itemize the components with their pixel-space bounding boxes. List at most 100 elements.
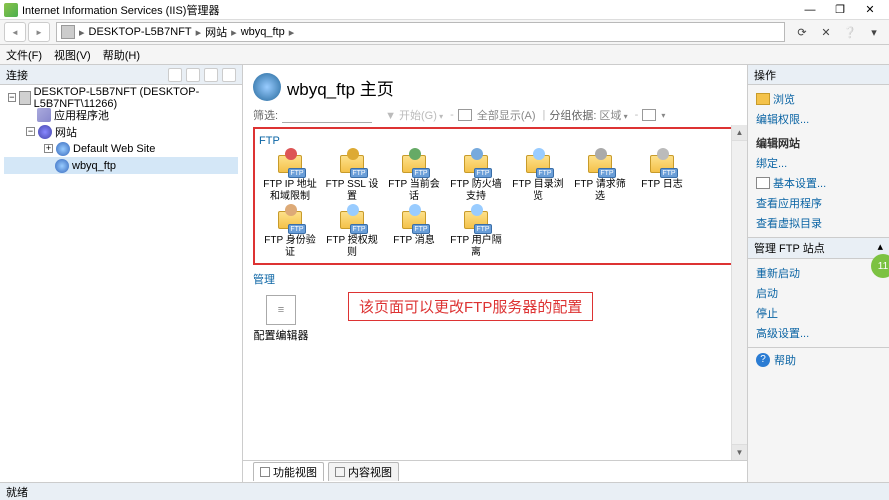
tree-sites[interactable]: − 网站	[4, 123, 238, 140]
filter-input[interactable]	[282, 107, 372, 123]
main: 连接 − DESKTOP-L5B7NFT (DESKTOP-L5B7NFT\11…	[0, 65, 889, 482]
help-icon: ?	[756, 353, 770, 367]
tree-expander[interactable]: −	[8, 93, 16, 102]
titlebar: Internet Information Services (IIS)管理器 —…	[0, 0, 889, 20]
connections-title: 连接	[6, 67, 28, 83]
ftp-feature-item[interactable]: FTPFTP IP 地址和域限制	[261, 149, 319, 203]
menu-view[interactable]: 视图(V)	[54, 47, 91, 63]
action-edit-permissions[interactable]: 编辑权限...	[756, 109, 881, 129]
action-stop[interactable]: 停止	[756, 303, 881, 323]
scroll-down-icon[interactable]: ▼	[732, 444, 747, 460]
ftp-feature-label: FTP 消息	[385, 235, 443, 247]
menu-help[interactable]: 帮助(H)	[103, 47, 140, 63]
tree-app-pools-label: 应用程序池	[54, 107, 109, 123]
server-icon	[19, 91, 31, 105]
ftp-folder-icon: FTP	[399, 205, 429, 233]
breadcrumb-sep: ▸	[231, 26, 237, 39]
stop-nav-button[interactable]: ✕	[815, 22, 837, 42]
ftp-feature-label: FTP 用户隔离	[447, 235, 505, 259]
ftp-feature-item[interactable]: FTPFTP 身份验证	[261, 205, 319, 259]
ftp-feature-item[interactable]: FTPFTP 用户隔离	[447, 205, 505, 259]
scrollbar[interactable]: ▲ ▼	[731, 125, 747, 460]
globe-icon	[38, 125, 52, 139]
ftp-folder-icon: FTP	[461, 149, 491, 177]
action-start[interactable]: 启动	[756, 283, 881, 303]
forward-button[interactable]	[28, 22, 50, 42]
help-nav-button[interactable]: ❔	[839, 22, 861, 42]
go-dropdown[interactable]: ▼ 开始(G)	[385, 107, 443, 123]
connections-tool-4[interactable]	[222, 68, 236, 82]
breadcrumb-sites[interactable]: 网站	[205, 24, 227, 40]
action-view-apps[interactable]: 查看应用程序	[756, 193, 881, 213]
group-by-label: 分组依据:	[549, 107, 596, 123]
navbar: ▸ DESKTOP-L5B7NFT ▸ 网站 ▸ wbyq_ftp ▸ ⟳ ✕ …	[0, 20, 889, 45]
ftp-feature-item[interactable]: FTPFTP 当前会话	[385, 149, 443, 203]
ftp-feature-item[interactable]: FTPFTP 防火墙支持	[447, 149, 505, 203]
bottom-tabs: 功能视图 内容视图	[243, 460, 747, 482]
connections-tool-3[interactable]	[204, 68, 218, 82]
showall-icon	[458, 109, 472, 121]
tree-wbyq-ftp[interactable]: wbyq_ftp	[4, 157, 238, 174]
ftp-feature-item[interactable]: FTPFTP 授权规则	[323, 205, 381, 259]
refresh-nav-button[interactable]: ⟳	[791, 22, 813, 42]
connections-tree: − DESKTOP-L5B7NFT (DESKTOP-L5B7NFT\11266…	[0, 85, 242, 178]
ftp-folder-icon: FTP	[585, 149, 615, 177]
tree-expander[interactable]: −	[26, 127, 35, 136]
tab-content-view[interactable]: 内容视图	[328, 462, 399, 481]
tab-features-view[interactable]: 功能视图	[253, 462, 324, 481]
breadcrumb[interactable]: ▸ DESKTOP-L5B7NFT ▸ 网站 ▸ wbyq_ftp ▸	[56, 22, 785, 42]
connections-tool-2[interactable]	[186, 68, 200, 82]
maximize-button[interactable]: ❐	[825, 1, 855, 19]
ftp-feature-item[interactable]: FTPFTP 请求筛选	[571, 149, 629, 203]
ftp-feature-item[interactable]: FTPFTP SSL 设置	[323, 149, 381, 203]
menubar: 文件(F) 视图(V) 帮助(H)	[0, 45, 889, 65]
ftp-feature-label: FTP 防火墙支持	[447, 179, 505, 203]
ftp-folder-icon: FTP	[275, 149, 305, 177]
tree-expander[interactable]: +	[44, 144, 53, 153]
breadcrumb-server[interactable]: DESKTOP-L5B7NFT	[89, 26, 192, 38]
pool-icon	[37, 108, 51, 122]
connections-tool-1[interactable]	[168, 68, 182, 82]
action-explore[interactable]: 浏览	[756, 89, 881, 109]
action-advanced[interactable]: 高级设置...	[756, 323, 881, 343]
scroll-up-icon[interactable]: ▲	[732, 125, 747, 141]
ftp-folder-icon: FTP	[337, 149, 367, 177]
tree-default-web-site[interactable]: + Default Web Site	[4, 140, 238, 157]
ftp-icon-view: FTPFTP IP 地址和域限制FTPFTP SSL 设置FTPFTP 当前会话…	[259, 149, 731, 261]
ftp-folder-icon: FTP	[647, 149, 677, 177]
back-button[interactable]	[4, 22, 26, 42]
action-view-vdirs[interactable]: 查看虚拟目录	[756, 213, 881, 233]
minimize-button[interactable]: —	[795, 1, 825, 19]
collapse-icon[interactable]: ▴	[877, 240, 883, 253]
tree-server[interactable]: − DESKTOP-L5B7NFT (DESKTOP-L5B7NFT\11266…	[4, 89, 238, 106]
action-restart[interactable]: 重新启动	[756, 263, 881, 283]
actions-title: 操作	[754, 67, 776, 83]
menu-file[interactable]: 文件(F)	[6, 47, 42, 63]
action-basic-settings[interactable]: 基本设置...	[756, 173, 881, 193]
ftp-feature-label: FTP 请求筛选	[571, 179, 629, 203]
ftp-folder-icon: FTP	[461, 205, 491, 233]
action-help[interactable]: ? 帮助	[748, 348, 889, 372]
manage-ftp-site-header[interactable]: 管理 FTP 站点 ▴	[748, 237, 889, 259]
filter-bar: 筛选: ▼ 开始(G) - 全部显示(A) | 分组依据: 区域 -	[243, 105, 747, 125]
view-dropdown[interactable]	[661, 109, 665, 121]
close-button[interactable]: ✕	[855, 1, 885, 19]
page-title: wbyq_ftp 主页	[287, 75, 394, 100]
breadcrumb-site[interactable]: wbyq_ftp	[241, 26, 285, 38]
action-bindings[interactable]: 绑定...	[756, 153, 881, 173]
globe-icon	[56, 142, 70, 156]
ftp-feature-item[interactable]: FTPFTP 日志	[633, 149, 691, 203]
config-editor-icon: ≡	[266, 295, 296, 325]
content-area: FTP FTPFTP IP 地址和域限制FTPFTP SSL 设置FTPFTP …	[243, 125, 747, 460]
show-all-button[interactable]: 全部显示(A)	[477, 107, 536, 123]
content-icon	[335, 467, 345, 477]
annotation: 该页面可以更改FTP服务器的配置	[348, 292, 593, 321]
ftp-feature-item[interactable]: FTP FTP 消息	[385, 205, 443, 259]
notification-bubble[interactable]: 11	[871, 254, 889, 278]
config-editor-item[interactable]: ≡ 配置编辑器	[253, 295, 309, 343]
ftp-feature-item[interactable]: FTPFTP 目录浏览	[509, 149, 567, 203]
breadcrumb-sep: ▸	[289, 26, 295, 39]
group-by-dropdown[interactable]: 区域	[599, 107, 627, 123]
tree-wbyq-label: wbyq_ftp	[72, 160, 116, 172]
nav-dropdown[interactable]: ▾	[863, 22, 885, 42]
